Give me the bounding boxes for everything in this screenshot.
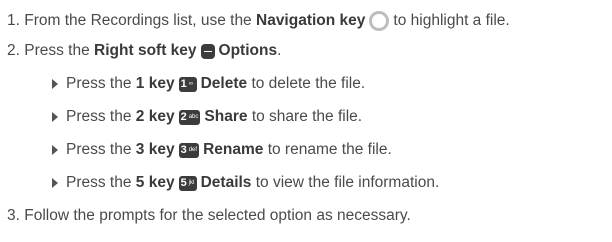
option-share: Press the 2 key 2 abc Share to share the … [52,105,362,129]
step-1: 1. From the Recordings list, use the Nav… [7,9,510,33]
navigation-key-label: Navigation key [256,12,366,29]
action-label: Rename [203,141,264,158]
bullet-arrow-icon [52,112,58,122]
step-3: 3. Follow the prompts for the selected o… [7,204,411,228]
bullet-arrow-icon [52,145,58,155]
right-soft-key-icon [200,43,215,59]
right-soft-key-label: Right soft key [94,42,197,59]
option-delete: Press the 1 key 1 ∞ Delete to delete the … [52,72,365,96]
step-text: to highlight a file. [393,12,510,29]
key-label: 1 key [135,75,175,92]
step-number: 2. [7,42,20,59]
key-5-icon: 5 jkl [178,175,197,191]
bullet-arrow-icon [52,79,58,89]
option-rename: Press the 3 key 3 def Rename to rename th… [52,138,392,162]
action-label: Share [204,108,248,125]
key-2-icon: 2 abc [178,109,201,125]
step-text: Follow the prompts for the selected opti… [24,207,411,224]
step-text: Press the [24,42,90,59]
bullet-arrow-icon [52,178,58,188]
step-number: 1. [7,12,20,29]
step-text: From the Recordings list, use the [24,12,252,29]
key-label: 5 key [135,174,175,191]
key-3-icon: 3 def [178,142,200,158]
step-text: . [277,42,282,59]
key-label: 3 key [135,141,175,158]
option-details: Press the 5 key 5 jkl Details to view the… [52,171,439,195]
key-1-icon: 1 ∞ [178,76,197,92]
step-2: 2. Press the Right soft key Options . [7,39,281,63]
navigation-key-icon [369,11,390,31]
action-label: Delete [200,75,248,92]
step-number: 3. [7,207,20,224]
options-label: Options [218,42,278,59]
key-label: 2 key [135,108,175,125]
action-label: Details [200,174,252,191]
